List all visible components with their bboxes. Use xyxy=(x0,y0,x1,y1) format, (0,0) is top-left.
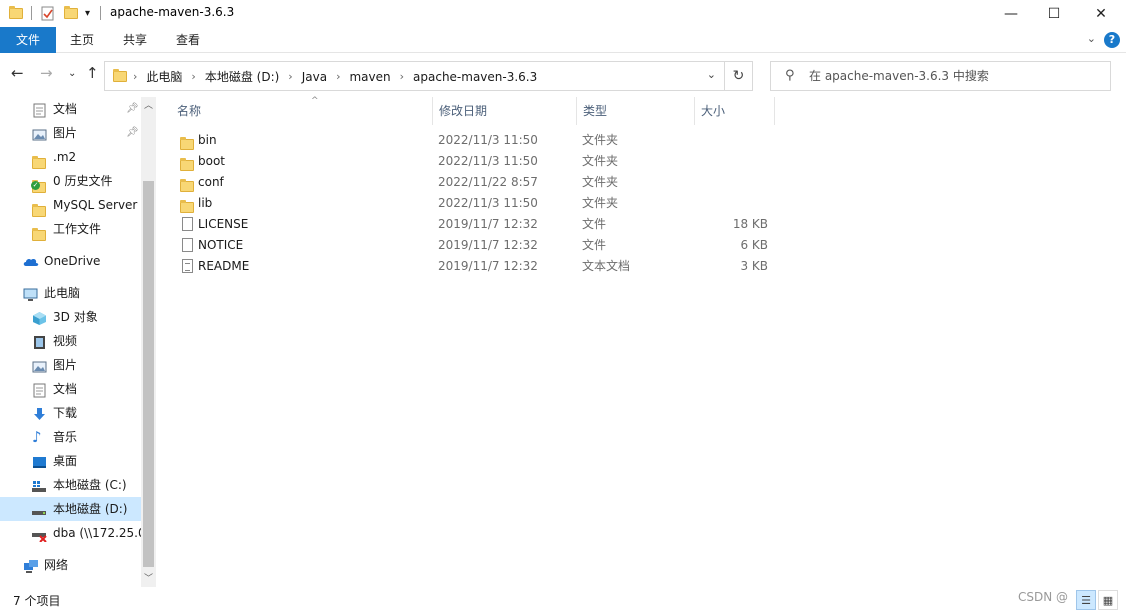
item-count: 7 个项目 xyxy=(13,594,61,608)
file-row-readme[interactable]: README 2019/11/7 12:32 文本文档 3 KB xyxy=(176,256,776,277)
expand-ribbon-chevron-icon[interactable]: ⌄ xyxy=(1087,32,1096,45)
back-arrow-icon[interactable]: ← xyxy=(11,64,24,82)
search-input[interactable] xyxy=(809,66,1099,86)
help-icon[interactable]: ? xyxy=(1104,32,1120,48)
nav-item-documents-pc[interactable]: 文档 xyxy=(0,377,141,401)
nav-item-music[interactable]: ♪ 音乐 xyxy=(0,425,141,449)
status-bar: 7 个项目 CSDN @ ☰ ▦ xyxy=(0,587,1126,613)
customize-toolbar-chevron-icon[interactable]: ▾ xyxy=(85,5,90,21)
music-icon: ♪ xyxy=(32,427,42,446)
documents-icon xyxy=(32,102,47,117)
file-row-boot[interactable]: boot 2022/11/3 11:50 文件夹 xyxy=(176,151,776,172)
nav-item-network[interactable]: 网络 xyxy=(0,553,141,577)
drive-c-icon xyxy=(32,478,47,493)
nav-item-pictures[interactable]: 图片 📌︎ xyxy=(0,121,141,145)
file-row-bin[interactable]: bin 2022/11/3 11:50 文件夹 xyxy=(176,130,776,151)
downloads-icon xyxy=(32,406,47,421)
file-row-notice[interactable]: NOTICE 2019/11/7 12:32 文件 6 KB xyxy=(176,235,776,256)
window-title: apache-maven-3.6.3 xyxy=(110,5,235,19)
navigation-pane: 文档 📌︎ 图片 📌︎ .m2 ✓ 0 历史文件 MySQL Server 工作… xyxy=(0,97,156,587)
breadcrumb-apache-maven[interactable]: apache-maven-3.6.3 xyxy=(413,70,537,84)
title-bar: ▾ apache-maven-3.6.3 — ☐ ✕ xyxy=(0,0,1126,27)
nav-item-drive-d[interactable]: 本地磁盘 (D:) xyxy=(0,497,141,521)
column-header-size[interactable]: 大小 xyxy=(695,97,775,125)
file-row-license[interactable]: LICENSE 2019/11/7 12:32 文件 18 KB xyxy=(176,214,776,235)
videos-icon xyxy=(32,334,47,349)
breadcrumb-java[interactable]: Java xyxy=(302,70,327,84)
nav-item-drive-c[interactable]: 本地磁盘 (C:) xyxy=(0,473,141,497)
folder-icon xyxy=(32,150,47,169)
search-box[interactable]: ⚲ xyxy=(770,61,1111,91)
app-folder-icon xyxy=(9,5,23,21)
scroll-up-chevron-icon[interactable]: ︿ xyxy=(144,98,153,111)
column-header-type[interactable]: 类型 xyxy=(577,97,695,125)
network-icon xyxy=(23,558,38,573)
breadcrumb-this-pc[interactable]: 此电脑 xyxy=(146,68,182,85)
nav-item-onedrive[interactable]: OneDrive xyxy=(0,249,141,273)
scroll-down-chevron-icon[interactable]: ﹀ xyxy=(144,571,153,584)
text-document-icon xyxy=(182,259,193,280)
nav-item-this-pc[interactable]: 此电脑 xyxy=(0,281,141,305)
column-header-name[interactable]: 名称 ^ xyxy=(171,96,433,125)
nav-item-network-drive-dba[interactable]: dba (\\172.25.0 xyxy=(0,521,141,545)
watermark-text: CSDN @ xyxy=(1018,590,1069,604)
address-dropdown-chevron-icon[interactable]: ⌄ xyxy=(707,68,716,81)
drive-d-icon xyxy=(32,502,47,517)
nav-pane-scrollbar[interactable]: ︿ ﹀ xyxy=(141,97,156,587)
nav-item-history-files[interactable]: ✓ 0 历史文件 xyxy=(0,169,141,193)
breadcrumb-maven[interactable]: maven xyxy=(349,70,390,84)
computer-icon xyxy=(23,286,38,301)
documents-icon xyxy=(32,382,47,397)
close-button[interactable]: ✕ xyxy=(1078,0,1124,27)
breadcrumb: › 此电脑 › 本地磁盘 (D:) › Java › maven › apach… xyxy=(133,68,538,85)
3d-objects-icon xyxy=(32,310,47,325)
scrollbar-thumb[interactable] xyxy=(143,181,154,567)
search-icon: ⚲ xyxy=(785,68,795,83)
folder-icon xyxy=(32,198,47,217)
ribbon-tabs: 文件 主页 共享 查看 ⌄ ? xyxy=(0,27,1126,53)
onedrive-cloud-icon xyxy=(23,254,39,269)
nav-item-videos[interactable]: 视频 xyxy=(0,329,141,353)
network-drive-disconnected-icon xyxy=(32,526,47,543)
recent-locations-chevron-icon[interactable]: ⌄ xyxy=(68,68,76,79)
nav-item-3d-objects[interactable]: 3D 对象 xyxy=(0,305,141,329)
breadcrumb-drive-d[interactable]: 本地磁盘 (D:) xyxy=(205,68,279,85)
folder-icon xyxy=(113,69,127,82)
tab-home[interactable]: 主页 xyxy=(60,27,104,53)
minimize-button[interactable]: — xyxy=(988,0,1034,27)
properties-icon[interactable] xyxy=(41,5,55,21)
file-list: 名称 ^ 修改日期 类型 大小 bin 2022/11/3 11:50 文件夹 … xyxy=(156,96,1126,587)
address-bar[interactable]: › 此电脑 › 本地磁盘 (D:) › Java › maven › apach… xyxy=(104,61,753,91)
file-row-conf[interactable]: conf 2022/11/22 8:57 文件夹 xyxy=(176,172,776,193)
pictures-icon xyxy=(32,358,47,373)
sort-ascending-icon: ^ xyxy=(311,96,319,106)
navigation-bar: ← → ⌄ ↑ › 此电脑 › 本地磁盘 (D:) › Java › maven… xyxy=(0,53,1126,97)
maximize-button[interactable]: ☐ xyxy=(1031,0,1077,27)
pictures-icon xyxy=(32,126,47,141)
new-folder-icon[interactable] xyxy=(64,5,78,21)
up-arrow-icon[interactable]: ↑ xyxy=(86,64,99,82)
tab-view[interactable]: 查看 xyxy=(166,27,210,53)
folder-icon xyxy=(32,222,47,241)
column-header-date[interactable]: 修改日期 xyxy=(433,97,577,125)
details-view-icon[interactable]: ☰ xyxy=(1076,590,1096,610)
desktop-icon xyxy=(32,454,47,469)
nav-item-work-files[interactable]: 工作文件 xyxy=(0,217,141,241)
refresh-icon[interactable]: ↻ xyxy=(724,62,752,90)
tab-share[interactable]: 共享 xyxy=(113,27,157,53)
nav-item-documents[interactable]: 文档 📌︎ xyxy=(0,97,141,121)
tab-file[interactable]: 文件 xyxy=(0,27,56,53)
nav-item-downloads[interactable]: 下载 xyxy=(0,401,141,425)
forward-arrow-icon[interactable]: → xyxy=(40,64,53,82)
pin-icon[interactable]: 📌︎ xyxy=(126,121,139,145)
synced-folder-icon: ✓ xyxy=(31,174,47,193)
nav-item-m2[interactable]: .m2 xyxy=(0,145,141,169)
nav-item-desktop[interactable]: 桌面 xyxy=(0,449,141,473)
nav-item-mysql-server[interactable]: MySQL Server xyxy=(0,193,141,217)
pin-icon[interactable]: 📌︎ xyxy=(126,97,139,121)
file-row-lib[interactable]: lib 2022/11/3 11:50 文件夹 xyxy=(176,193,776,214)
nav-item-pictures-pc[interactable]: 图片 xyxy=(0,353,141,377)
large-icons-view-icon[interactable]: ▦ xyxy=(1098,590,1118,610)
